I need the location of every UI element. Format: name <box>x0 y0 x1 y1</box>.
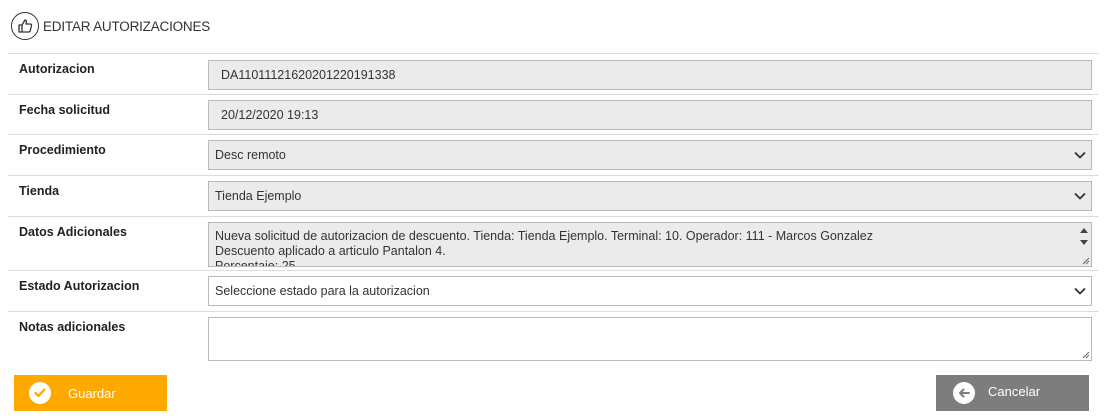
fecha-field: 20/12/2020 19:13 <box>208 100 1092 130</box>
cancel-button-label: Cancelar <box>988 383 1041 399</box>
cancel-button[interactable]: Cancelar <box>936 375 1089 411</box>
chevron-down-icon <box>1074 192 1086 200</box>
authorization-form: Autorizacion DA11011121620201220191338 F… <box>8 53 1099 366</box>
chevron-down-icon <box>1074 287 1086 295</box>
datos-label: Datos Adicionales <box>19 225 127 239</box>
chevron-down-icon <box>1074 151 1086 159</box>
row-datos: Datos Adicionales Nueva solicitud de aut… <box>8 216 1099 270</box>
notas-textarea[interactable] <box>208 317 1092 361</box>
tienda-select[interactable]: Tienda Ejemplo <box>208 181 1092 211</box>
thumbs-up-icon <box>11 12 39 40</box>
row-notas: Notas adicionales <box>8 311 1099 366</box>
estado-label: Estado Autorizacion <box>19 279 140 293</box>
autorizacion-label: Autorizacion <box>19 62 95 76</box>
estado-value: Seleccione estado para la autorizacion <box>215 284 430 298</box>
save-button-label: Guardar <box>68 385 116 401</box>
row-autorizacion: Autorizacion DA11011121620201220191338 <box>8 53 1099 94</box>
fecha-label: Fecha solicitud <box>19 103 110 117</box>
check-icon <box>29 382 51 404</box>
row-procedimiento: Procedimiento Desc remoto <box>8 134 1099 175</box>
procedimiento-value: Desc remoto <box>215 148 286 162</box>
procedimiento-label: Procedimiento <box>19 143 106 157</box>
autorizacion-value: DA11011121620201220191338 <box>221 68 396 82</box>
tienda-label: Tienda <box>19 184 60 198</box>
row-estado: Estado Autorizacion Seleccione estado pa… <box>8 270 1099 311</box>
row-tienda: Tienda Tienda Ejemplo <box>8 175 1099 216</box>
tienda-value: Tienda Ejemplo <box>215 189 302 203</box>
row-fecha: Fecha solicitud 20/12/2020 19:13 <box>8 94 1099 134</box>
fecha-value: 20/12/2020 19:13 <box>221 108 319 122</box>
page-title: EDITAR AUTORIZACIONES <box>43 18 211 34</box>
datos-textarea[interactable]: Nueva solicitud de autorizacion de descu… <box>208 222 1092 267</box>
autorizacion-field: DA11011121620201220191338 <box>208 60 1092 90</box>
notas-label: Notas adicionales <box>19 320 126 334</box>
page-header: EDITAR AUTORIZACIONES <box>11 12 210 40</box>
procedimiento-select[interactable]: Desc remoto <box>208 140 1092 170</box>
save-button[interactable]: Guardar <box>14 375 167 411</box>
arrow-left-icon <box>953 382 975 404</box>
estado-select[interactable]: Seleccione estado para la autorizacion <box>208 276 1092 306</box>
